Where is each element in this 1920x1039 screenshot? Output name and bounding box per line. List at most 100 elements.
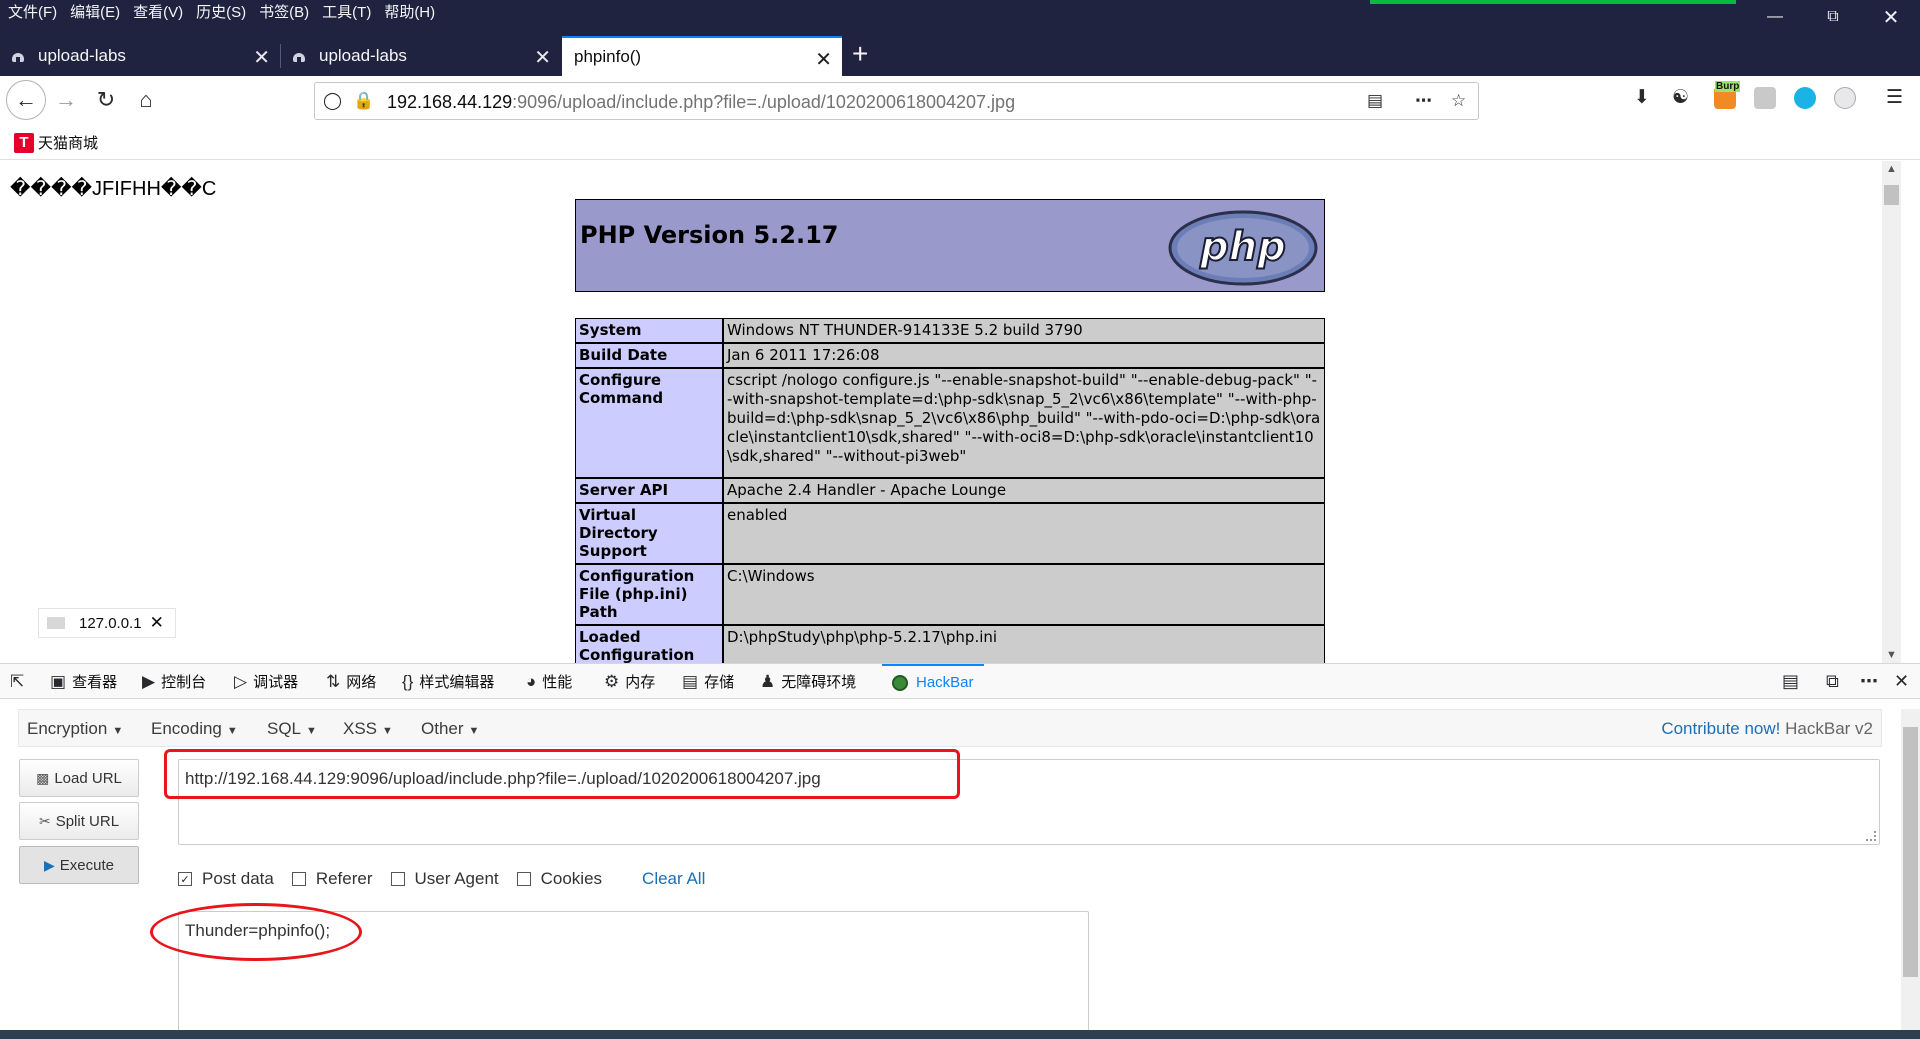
tab-close-icon[interactable]: ✕ (534, 45, 551, 70)
info-key: Virtual Directory Support (575, 503, 723, 564)
clear-all-link[interactable]: Clear All (642, 869, 705, 889)
address-bar[interactable]: ◯ 🔒 192.168.44.129:9096/upload/include.p… (314, 82, 1479, 120)
load-url-button[interactable]: ▩ Load URL (19, 759, 139, 797)
tab-inspector[interactable]: ▣ 查看器 (50, 664, 117, 699)
storage-icon: ▤ (682, 671, 699, 691)
network-icon: ⇅ (326, 671, 341, 691)
menu-other[interactable]: Other ▼ (421, 719, 479, 739)
info-key: Server API (575, 478, 723, 503)
split-url-button[interactable]: ✂ Split URL (19, 802, 139, 840)
menu-help[interactable]: 帮助(H) (384, 1, 435, 22)
tmall-logo-icon: T (14, 132, 34, 153)
tab-storage[interactable]: ▤ 存储 (682, 664, 734, 699)
hackbar-scrollbar[interactable] (1901, 709, 1920, 1030)
tab-title: upload-labs (38, 46, 126, 65)
tab-style-editor[interactable]: {} 样式编辑器 (402, 664, 494, 699)
page-scrollbar[interactable]: ▲ ▼ (1882, 161, 1901, 663)
info-key: Configuration File (php.ini) Path (575, 564, 723, 625)
burp-extension-icon[interactable]: Burp (1714, 81, 1741, 109)
ip-extension-icon[interactable] (1834, 87, 1856, 109)
reload-icon[interactable]: ↻ (88, 84, 124, 116)
caret-down-icon: ▼ (112, 725, 124, 737)
devtools-options-icon[interactable]: ⋯ (1860, 671, 1878, 692)
menu-edit[interactable]: 编辑(E) (70, 1, 120, 22)
hackbar-menu: Encryption ▼ Encoding ▼ SQL ▼ XSS ▼ Other ▼ C… (18, 709, 1882, 747)
hamburger-menu-icon[interactable]: ☰ (1886, 86, 1903, 109)
minimize-icon[interactable]: — (1746, 0, 1804, 34)
table-row: Configure Command cscript /nologo config… (575, 368, 1325, 478)
devtools-toolbar: ⇱ ▣ 查看器 ▶ 控制台 ▷ 调试器 ⇅ 网络 {} 样式编辑器 ◕ 性能 ⚙ 内存 ▤ 存储… (0, 663, 1920, 699)
info-value: D:\phpStudy\php\php-5.2.17\php.ini (723, 625, 1325, 663)
extension-puzzle-icon[interactable] (1754, 87, 1776, 109)
dock-layout-icon[interactable]: ▤ (1782, 671, 1799, 692)
extension-blue-icon[interactable] (1794, 87, 1816, 109)
tab-phpinfo[interactable]: phpinfo() ✕ (562, 36, 842, 76)
separate-window-icon[interactable]: ⧉ (1826, 671, 1839, 692)
accessibility-icon: ♟ (760, 671, 776, 691)
play-icon: ▶ (44, 856, 55, 873)
menu-file[interactable]: 文件(F) (8, 1, 57, 22)
contribute-link[interactable]: Contribute now! (1661, 719, 1780, 738)
tab-debugger[interactable]: ▷ 调试器 (234, 664, 298, 699)
menu-history[interactable]: 历史(S) (196, 1, 246, 22)
tab-upload-labs-2[interactable]: upload-labs ✕ (281, 36, 561, 76)
restore-icon[interactable]: ⧉ (1804, 0, 1862, 34)
downloads-icon[interactable]: ⬇ (1634, 86, 1650, 109)
info-key: System (575, 318, 723, 343)
tab-network[interactable]: ⇅ 网络 (326, 664, 376, 699)
tab-upload-labs-1[interactable]: upload-labs ✕ (0, 36, 280, 76)
back-arrow-icon[interactable]: ← (6, 80, 46, 120)
tab-hackbar[interactable]: HackBar (882, 664, 984, 699)
bookmark-star-icon[interactable]: ☆ (1451, 91, 1466, 111)
sync-account-icon[interactable]: ☯ (1672, 86, 1689, 109)
scroll-up-icon[interactable]: ▲ (1886, 163, 1897, 175)
page-load-progress (1370, 0, 1736, 4)
menu-sql[interactable]: SQL ▼ (267, 719, 317, 739)
tab-console[interactable]: ▶ 控制台 (142, 664, 206, 699)
cookies-checkbox[interactable]: Cookies (516, 869, 602, 889)
svg-text:php: php (1199, 224, 1286, 270)
post-data-checkbox[interactable]: ✓ Post data (178, 869, 274, 889)
resize-handle-icon[interactable] (1866, 831, 1876, 841)
tracking-shield-icon[interactable]: ◯ (323, 91, 342, 111)
tab-strip: upload-labs ✕ upload-labs ✕ phpinfo() ✕ … (0, 36, 1920, 76)
page-actions-icon[interactable]: ⋯ (1415, 91, 1432, 111)
scrollbar-thumb[interactable] (1903, 727, 1918, 977)
menu-bookmarks[interactable]: 书签(B) (259, 1, 309, 22)
popup-close-icon[interactable]: ✕ (150, 613, 164, 633)
home-icon[interactable]: ⌂ (128, 84, 164, 116)
url-text[interactable]: 192.168.44.129:9096/upload/include.php?f… (387, 92, 1015, 113)
execute-button[interactable]: ▶ Execute (19, 846, 139, 884)
php-version-header: PHP Version 5.2.17 php (575, 199, 1325, 292)
tab-close-icon[interactable]: ✕ (815, 47, 832, 72)
scrollbar-thumb[interactable] (1884, 185, 1899, 205)
menu-view[interactable]: 查看(V) (133, 1, 183, 22)
php-logo-icon: php (1168, 210, 1318, 286)
menu-xss[interactable]: XSS ▼ (343, 719, 393, 739)
referer-checkbox[interactable]: Referer (291, 869, 373, 889)
checkmark-icon[interactable]: ✓ (178, 872, 192, 886)
menu-tools[interactable]: 工具(T) (322, 1, 371, 22)
menu-encoding[interactable]: Encoding ▼ (151, 719, 238, 739)
reader-view-icon[interactable]: ▤ (1367, 91, 1383, 111)
load-icon: ▩ (36, 769, 50, 786)
insecure-lock-icon[interactable]: 🔒 (353, 91, 374, 111)
forward-arrow-icon[interactable]: → (48, 84, 84, 116)
window-close-icon[interactable]: ✕ (1862, 0, 1920, 34)
table-row: Build Date Jan 6 2011 17:26:08 (575, 343, 1325, 368)
option-checkboxes: ✓ Post data Referer User Agent Cookies Cl… (178, 869, 705, 889)
tab-close-icon[interactable]: ✕ (253, 45, 270, 70)
element-picker-icon[interactable]: ⇱ (10, 664, 30, 699)
bookmark-tmall[interactable]: T 天猫商城 (14, 132, 98, 153)
user-agent-checkbox[interactable]: User Agent (390, 869, 499, 889)
tab-performance[interactable]: ◕ 性能 (526, 664, 572, 699)
tab-accessibility[interactable]: ♟ 无障碍环境 (760, 664, 856, 699)
browser-titlebar: 文件(F) 编辑(E) 查看(V) 历史(S) 书签(B) 工具(T) 帮助(H… (0, 0, 1920, 76)
hackbar-panel: Encryption ▼ Encoding ▼ SQL ▼ XSS ▼ Other ▼ C… (0, 699, 1920, 1033)
scroll-down-icon[interactable]: ▼ (1886, 649, 1897, 661)
menu-encryption[interactable]: Encryption ▼ (27, 719, 123, 739)
new-tab-icon[interactable]: + (852, 38, 868, 70)
menu-bar: 文件(F) 编辑(E) 查看(V) 历史(S) 书签(B) 工具(T) 帮助(H… (0, 0, 448, 22)
devtools-close-icon[interactable]: ✕ (1894, 671, 1909, 692)
tab-memory[interactable]: ⚙ 内存 (604, 664, 655, 699)
